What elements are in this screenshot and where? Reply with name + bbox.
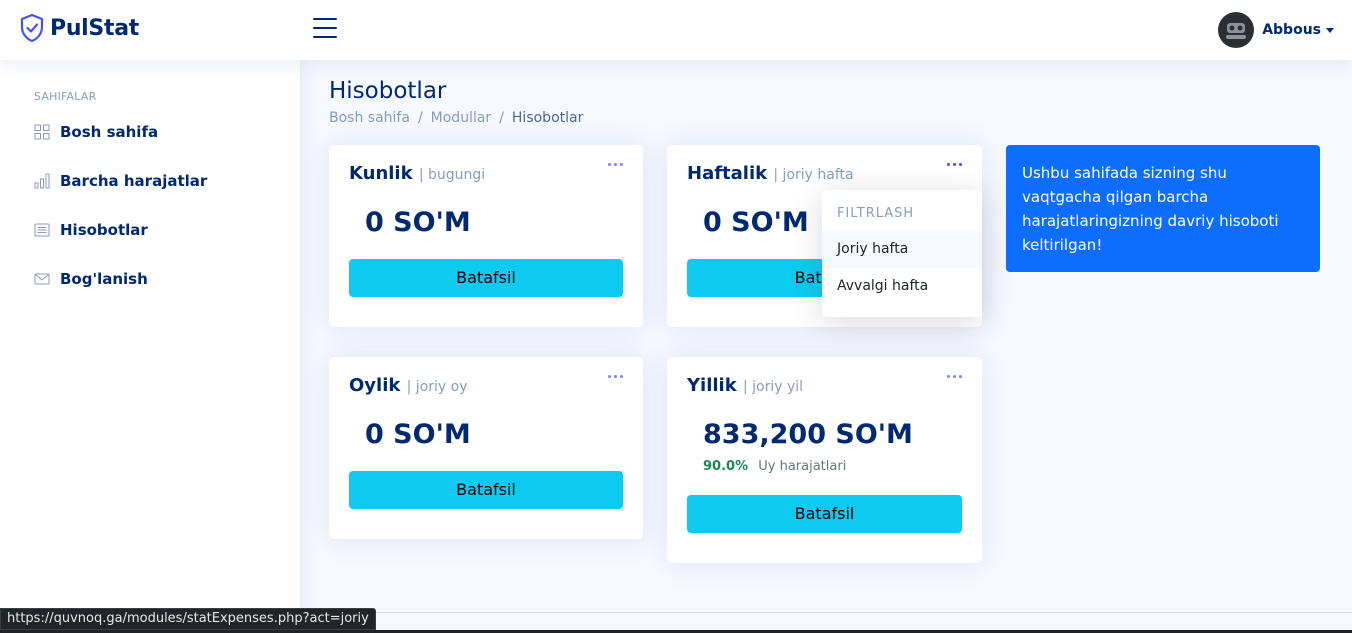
breadcrumb-home[interactable]: Bosh sahifa bbox=[329, 110, 410, 126]
sidebar-item-barcha-harajatlar[interactable]: Barcha harajatlar bbox=[34, 156, 280, 205]
breadcrumb-separator: / bbox=[417, 110, 423, 126]
brand-logo[interactable]: PulStat bbox=[20, 14, 139, 42]
card-title-text: Haftalik bbox=[687, 163, 768, 184]
more-options-icon[interactable] bbox=[947, 375, 962, 378]
sidebar-item-label: Bog'lanish bbox=[60, 269, 148, 288]
breadcrumb-modules[interactable]: Modullar bbox=[431, 110, 492, 126]
sidebar-item-label: Barcha harajatlar bbox=[60, 171, 208, 190]
card-daily: Kunlik | bugungi 0 SO'M Batafsil bbox=[329, 145, 643, 327]
footer-divider bbox=[300, 612, 1352, 613]
card-amount: 0 SO'M bbox=[365, 207, 471, 238]
avatar bbox=[1218, 12, 1255, 48]
dropdown-header: FILTRLASH bbox=[837, 206, 915, 221]
percent-value: 90.0% bbox=[703, 459, 749, 474]
page-title: Hisobotlar bbox=[329, 78, 447, 104]
percent-label: Uy harajatlari bbox=[758, 459, 847, 474]
card-amount: 833,200 SO'M bbox=[703, 419, 913, 450]
brand-name: PulStat bbox=[50, 15, 139, 41]
more-options-icon[interactable] bbox=[947, 163, 962, 166]
sidebar-item-bosh-sahifa[interactable]: Bosh sahifa bbox=[34, 107, 280, 156]
card-title-text: Oylik bbox=[349, 375, 401, 396]
bar-chart-icon bbox=[34, 173, 50, 188]
card-subtitle: | joriy yil bbox=[742, 379, 804, 395]
card-title: Haftalik | joriy hafta bbox=[687, 163, 854, 184]
card-yearly: Yillik | joriy yil 833,200 SO'M 90.0% Uy… bbox=[667, 357, 982, 563]
menu-toggle-icon[interactable] bbox=[313, 18, 337, 40]
sidebar-item-label: Hisobotlar bbox=[60, 220, 148, 239]
chevron-down-icon bbox=[1326, 27, 1334, 33]
user-name: Abbous bbox=[1262, 22, 1321, 38]
envelope-icon bbox=[34, 273, 50, 284]
breadcrumb-current: Hisobotlar bbox=[511, 110, 584, 126]
more-options-icon[interactable] bbox=[608, 163, 623, 166]
card-monthly: Oylik | joriy oy 0 SO'M Batafsil bbox=[329, 357, 643, 539]
sidebar: SAHIFALAR Bosh sahifa Barcha harajatlar … bbox=[0, 60, 300, 633]
card-title-text: Yillik bbox=[687, 375, 737, 396]
dropdown-item-previous-week[interactable]: Avvalgi hafta bbox=[822, 268, 982, 305]
card-subtitle: | joriy hafta bbox=[773, 167, 854, 183]
card-title-text: Kunlik bbox=[349, 163, 413, 184]
more-options-icon[interactable] bbox=[608, 375, 623, 378]
details-button[interactable]: Batafsil bbox=[687, 495, 962, 533]
card-amount: 0 SO'M bbox=[365, 419, 471, 450]
card-amount: 0 SO'M bbox=[703, 207, 809, 238]
card-title: Yillik | joriy yil bbox=[687, 375, 803, 396]
grid-icon bbox=[34, 124, 50, 139]
info-alert: Ushbu sahifada sizning shu vaqtgacha qil… bbox=[1006, 145, 1320, 272]
sidebar-heading: SAHIFALAR bbox=[34, 90, 97, 103]
user-menu[interactable]: Abbous bbox=[1218, 12, 1334, 48]
top-header: PulStat Abbous bbox=[0, 0, 1352, 60]
sidebar-item-hisobotlar[interactable]: Hisobotlar bbox=[34, 205, 280, 254]
dropdown-item-current-week[interactable]: Joriy hafta bbox=[822, 231, 982, 268]
card-title: Kunlik | bugungi bbox=[349, 163, 485, 184]
breadcrumb: Bosh sahifa / Modullar / Hisobotlar bbox=[329, 110, 583, 126]
card-subtitle: | joriy oy bbox=[406, 379, 468, 395]
document-icon bbox=[34, 223, 50, 236]
sidebar-item-boglanish[interactable]: Bog'lanish bbox=[34, 254, 280, 303]
shield-icon bbox=[20, 14, 44, 42]
status-bar-url: https://quvnoq.ga/modules/statExpenses.p… bbox=[0, 608, 376, 630]
sidebar-item-label: Bosh sahifa bbox=[60, 122, 159, 141]
details-button[interactable]: Batafsil bbox=[349, 471, 623, 509]
filter-dropdown: FILTRLASH Joriy hafta Avvalgi hafta bbox=[822, 190, 982, 317]
details-button[interactable]: Batafsil bbox=[349, 259, 623, 297]
percent-row: 90.0% Uy harajatlari bbox=[703, 459, 846, 474]
card-subtitle: | bugungi bbox=[418, 167, 486, 183]
breadcrumb-separator: / bbox=[499, 110, 504, 126]
card-title: Oylik | joriy oy bbox=[349, 375, 468, 396]
